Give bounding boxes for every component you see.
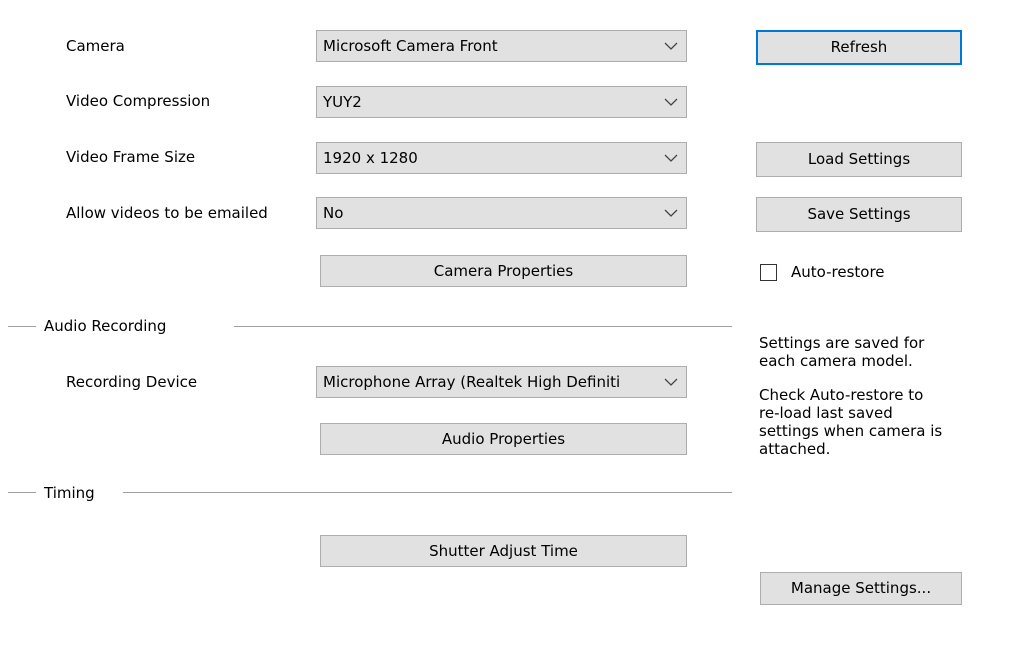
- info-line: Settings are saved for: [759, 334, 925, 352]
- info-line: settings when camera is: [759, 422, 943, 440]
- video-frame-size-label: Video Frame Size: [66, 148, 196, 166]
- timing-section-rule-left: [8, 492, 36, 493]
- video-compression-value: YUY2: [323, 93, 362, 111]
- timing-section-title: Timing: [44, 484, 95, 502]
- info-line: each camera model.: [759, 352, 913, 370]
- recording-device-label: Recording Device: [66, 373, 198, 391]
- video-frame-size-select[interactable]: 1920 x 1280: [316, 142, 687, 174]
- settings-info-text: Settings are saved for each camera model…: [759, 334, 942, 458]
- allow-email-value: No: [323, 204, 344, 222]
- shutter-adjust-time-button[interactable]: Shutter Adjust Time: [320, 535, 687, 567]
- camera-select-value: Microsoft Camera Front: [323, 37, 498, 55]
- recording-device-select[interactable]: Microphone Array (Realtek High Definiti: [316, 366, 687, 398]
- audio-section-title: Audio Recording: [44, 317, 167, 335]
- auto-restore-checkbox[interactable]: [760, 264, 777, 281]
- camera-label: Camera: [66, 37, 125, 55]
- info-line: Check Auto-restore to: [759, 386, 924, 404]
- video-frame-size-value: 1920 x 1280: [323, 149, 418, 167]
- chevron-down-icon: [664, 154, 678, 162]
- save-settings-button[interactable]: Save Settings: [756, 197, 962, 232]
- info-line: [759, 370, 942, 386]
- video-compression-label: Video Compression: [66, 92, 211, 110]
- chevron-down-icon: [664, 378, 678, 386]
- auto-restore-label: Auto-restore: [791, 263, 885, 281]
- camera-properties-button[interactable]: Camera Properties: [320, 255, 687, 287]
- manage-settings-button[interactable]: Manage Settings...: [760, 572, 962, 605]
- chevron-down-icon: [664, 209, 678, 217]
- chevron-down-icon: [664, 98, 678, 106]
- recording-device-value: Microphone Array (Realtek High Definiti: [323, 373, 621, 391]
- audio-section-rule-right: [234, 326, 732, 327]
- audio-section-rule-left: [8, 326, 36, 327]
- load-settings-button[interactable]: Load Settings: [756, 142, 962, 177]
- camera-select[interactable]: Microsoft Camera Front: [316, 30, 687, 62]
- allow-email-label: Allow videos to be emailed: [66, 204, 268, 222]
- info-line: re-load last saved: [759, 404, 893, 422]
- audio-properties-button[interactable]: Audio Properties: [320, 423, 687, 455]
- refresh-button[interactable]: Refresh: [756, 30, 962, 65]
- timing-section-rule-right: [123, 492, 732, 493]
- chevron-down-icon: [664, 42, 678, 50]
- video-compression-select[interactable]: YUY2: [316, 86, 687, 118]
- info-line: attached.: [759, 440, 831, 458]
- allow-email-select[interactable]: No: [316, 197, 687, 229]
